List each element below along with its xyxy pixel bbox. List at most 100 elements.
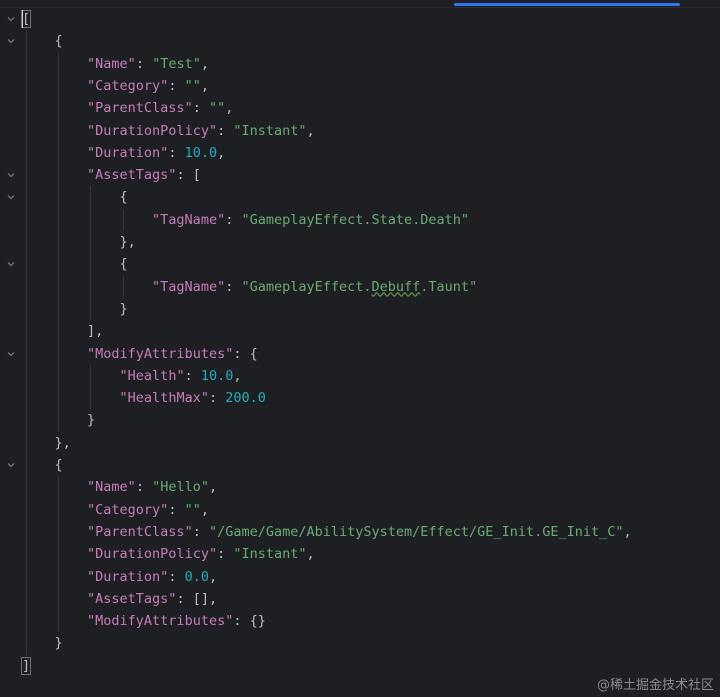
json-punctuation: : <box>192 523 209 540</box>
json-punctuation: , <box>306 122 315 139</box>
json-key: "Name" <box>87 479 136 496</box>
json-punctuation: : <box>184 367 201 384</box>
scroll-indicator[interactable] <box>454 3 680 6</box>
json-key: "Category" <box>87 501 169 518</box>
editor-gutter <box>0 8 22 697</box>
code-line: "Name": "Hello", <box>22 476 217 498</box>
code-line: "AssetTags": [], <box>22 588 217 610</box>
json-number: 10.0 <box>200 367 234 384</box>
json-key: "Name" <box>87 55 136 72</box>
json-key: "HealthMax" <box>119 390 209 407</box>
json-punctuation: : <box>225 278 242 295</box>
json-key: "ModifyAttributes" <box>87 345 234 362</box>
code-line: "HealthMax": 200.0 <box>22 387 266 409</box>
code-line: "DurationPolicy": "Instant", <box>22 120 315 142</box>
json-string: "Hello" <box>152 479 209 496</box>
json-punctuation: , <box>200 77 209 94</box>
json-key: "TagName" <box>152 211 226 228</box>
code-line: "ParentClass": "", <box>22 97 233 119</box>
chevron-down-icon[interactable] <box>6 14 16 24</box>
json-key: "AssetTags" <box>87 590 177 607</box>
code-line: { <box>22 454 63 476</box>
json-punctuation: , <box>200 501 209 518</box>
code-line: }, <box>22 432 71 454</box>
code-line: "Category": "", <box>22 499 209 521</box>
json-string: "GameplayEffect.State.Death" <box>241 211 470 228</box>
json-string: "" <box>184 501 201 518</box>
chevron-down-icon[interactable] <box>6 349 16 359</box>
json-punctuation: : <box>217 122 234 139</box>
text-cursor <box>22 10 23 28</box>
code-editor[interactable]: [ { "Name": "Test", "Category": "", "Par… <box>21 8 720 697</box>
json-number: 0.0 <box>184 568 209 585</box>
chevron-down-icon[interactable] <box>6 460 16 470</box>
json-key: "DurationPolicy" <box>87 546 218 563</box>
json-punctuation: : <box>135 479 153 496</box>
json-number: 200.0 <box>225 390 266 407</box>
json-punctuation: , <box>225 100 234 117</box>
chevron-down-icon[interactable] <box>6 259 16 269</box>
json-string: "" <box>208 100 226 117</box>
json-punctuation: : [ <box>176 167 201 184</box>
json-punctuation: : [], <box>176 590 218 607</box>
json-punctuation: : <box>208 390 226 407</box>
bracket-match-highlight <box>21 656 31 675</box>
json-key: "Health" <box>119 367 185 384</box>
json-punctuation: : <box>192 100 209 117</box>
json-number: 10.0 <box>184 144 218 161</box>
json-punctuation: : <box>168 568 185 585</box>
json-punctuation: : <box>225 211 242 228</box>
json-bracket: { <box>22 457 63 473</box>
json-punctuation: , <box>208 479 218 496</box>
json-punctuation: : <box>217 546 234 563</box>
json-key: "ParentClass" <box>87 523 193 540</box>
code-line: ], <box>22 320 103 342</box>
json-punctuation: , <box>208 568 218 585</box>
json-string: "Instant" <box>233 122 307 139</box>
editor-top-bar <box>0 0 720 8</box>
code-line: "DurationPolicy": "Instant", <box>22 543 315 565</box>
json-bracket: } <box>22 300 128 317</box>
json-string: "/Game/Game/AbilitySystem/Effect/GE_Init… <box>208 523 624 540</box>
json-punctuation: , <box>623 523 632 540</box>
json-punctuation: : <box>168 144 185 161</box>
code-line: } <box>22 409 95 431</box>
json-punctuation: , <box>200 55 209 72</box>
json-punctuation: , <box>233 367 242 384</box>
json-punctuation: : <box>168 77 185 94</box>
code-line: "AssetTags": [ <box>22 164 201 186</box>
json-string: "Instant" <box>233 546 307 563</box>
code-line: "TagName": "GameplayEffect.Debuff.Taunt" <box>22 276 477 298</box>
code-line: } <box>22 632 63 654</box>
chevron-down-icon[interactable] <box>6 36 16 46</box>
json-bracket: }, <box>22 234 136 250</box>
json-bracket: { <box>22 189 128 206</box>
code-line: }, <box>22 231 136 253</box>
chevron-down-icon[interactable] <box>6 192 16 202</box>
json-punctuation: : <box>168 501 185 518</box>
json-bracket: ], <box>22 323 104 340</box>
json-key: "ModifyAttributes" <box>87 613 234 630</box>
chevron-down-icon[interactable] <box>6 170 16 180</box>
code-line: { <box>22 30 63 52</box>
code-line: "ParentClass": "/Game/Game/AbilitySystem… <box>22 521 632 543</box>
json-key: "ParentClass" <box>87 100 193 117</box>
json-punctuation: : <box>135 55 153 72</box>
json-key: "Duration" <box>87 568 169 585</box>
json-punctuation: , <box>217 144 226 161</box>
code-line: { <box>22 186 128 208</box>
watermark: @稀土掘金技术社区 <box>596 678 714 693</box>
json-bracket: } <box>22 635 63 652</box>
json-punctuation: : {} <box>233 613 266 630</box>
json-key: "Duration" <box>87 144 169 161</box>
code-line: "Duration": 0.0, <box>22 566 217 588</box>
json-string: "GameplayEffect.Debuff.Taunt" <box>241 278 478 295</box>
json-string: "" <box>184 77 201 94</box>
json-punctuation: , <box>306 546 315 563</box>
spelling-warning[interactable]: Debuff <box>372 279 421 295</box>
code-line: "Duration": 10.0, <box>22 142 225 164</box>
json-key: "AssetTags" <box>87 167 177 184</box>
code-line: "Health": 10.0, <box>22 365 242 387</box>
code-line: "ModifyAttributes": { <box>22 343 258 365</box>
json-bracket: { <box>22 33 63 50</box>
